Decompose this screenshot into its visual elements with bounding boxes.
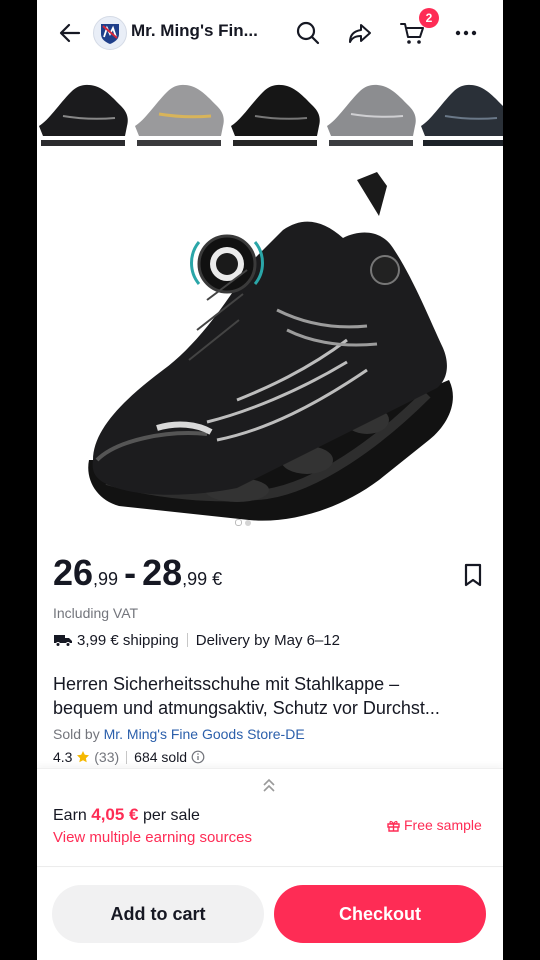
earn-amount: 4,05 €: [91, 805, 139, 824]
review-count: (33): [94, 749, 120, 765]
truck-icon: [54, 635, 72, 647]
store-link[interactable]: Mr. Ming's Fine Goods Store-DE: [104, 726, 305, 742]
search-icon[interactable]: [295, 20, 321, 46]
gift-icon: [387, 820, 400, 832]
sold-by: Sold by Mr. Ming's Fine Goods Store-DE: [53, 726, 305, 742]
variant-thumbnail[interactable]: [37, 56, 129, 154]
product-title-line: bequem und atmungsaktiv, Schutz vor Durc…: [53, 698, 440, 718]
variant-thumbnail[interactable]: [129, 56, 225, 154]
image-pagination: [235, 513, 254, 531]
product-title[interactable]: Herren Sicherheitsschuhe mit Stahlkappe …: [53, 672, 493, 720]
earning-sources-link[interactable]: View multiple earning sources: [53, 829, 252, 846]
price-range: 26,99-28,99 €: [53, 552, 222, 594]
divider: [126, 751, 128, 764]
star-icon: [77, 751, 90, 763]
free-sample-button[interactable]: Free sample: [387, 817, 482, 833]
earn-prefix: Earn: [53, 807, 87, 824]
variant-thumbnail[interactable]: [225, 56, 321, 154]
price-high-integer: 28: [142, 552, 183, 593]
earn-per-sale: Earn 4,05 € per sale: [53, 805, 200, 825]
divider: [186, 633, 188, 647]
top-bar: Mr. Ming's Fin... 2: [37, 0, 503, 64]
shipping-info: 3,99 € shipping Delivery by May 6–12: [53, 632, 340, 649]
vat-note: Including VAT: [53, 605, 139, 621]
price-low-decimal: ,99: [93, 569, 119, 589]
sold-by-label: Sold by: [53, 726, 100, 742]
checkout-button[interactable]: Checkout: [274, 885, 486, 943]
variant-thumbnails: [37, 56, 503, 154]
divider: [37, 866, 503, 867]
product-title-line: Herren Sicherheitsschuhe mit Stahlkappe …: [53, 674, 400, 694]
bookmark-icon[interactable]: [461, 562, 485, 588]
cart-count-badge: 2: [419, 8, 439, 28]
store-name[interactable]: Mr. Ming's Fin...: [131, 21, 258, 41]
info-icon[interactable]: [191, 750, 205, 764]
variant-thumbnail[interactable]: [415, 56, 503, 154]
add-to-cart-button[interactable]: Add to cart: [52, 885, 264, 943]
earn-suffix: per sale: [142, 807, 200, 824]
back-arrow-icon[interactable]: [57, 20, 83, 46]
pagination-dot[interactable]: [235, 519, 242, 526]
product-image[interactable]: [37, 160, 503, 530]
product-page: Mr. Ming's Fin... 2 26,99 - 28,99 € Incl…: [37, 0, 503, 960]
store-logo[interactable]: [93, 16, 127, 50]
sold-count: 684 sold: [134, 749, 188, 765]
rating-value: 4.3: [53, 749, 73, 765]
price-high-decimal: ,99 €: [182, 569, 223, 589]
rating-row[interactable]: 4.3 (33) 684 sold: [53, 749, 205, 765]
free-sample-label: Free sample: [404, 817, 482, 833]
share-icon[interactable]: [347, 20, 373, 46]
variant-thumbnail[interactable]: [321, 56, 417, 154]
price-dash: -: [124, 552, 137, 593]
delivery-estimate: Delivery by May 6–12: [195, 632, 340, 649]
pagination-dot[interactable]: [245, 520, 251, 526]
chevron-up-icon[interactable]: [261, 777, 277, 793]
earn-panel: Earn 4,05 € per sale View multiple earni…: [37, 768, 503, 867]
shipping-cost: 3,99 € shipping: [77, 632, 179, 649]
price-low-integer: 26: [53, 552, 94, 593]
more-icon[interactable]: [453, 20, 479, 46]
